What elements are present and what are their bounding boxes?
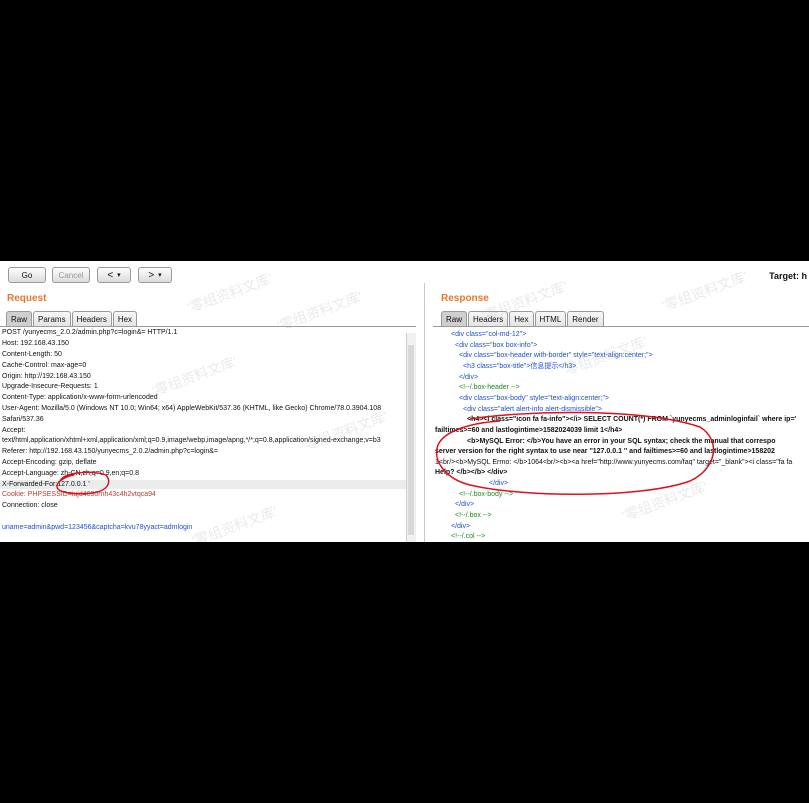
scroll-thumb[interactable] bbox=[408, 345, 414, 535]
request-tabs: Raw Params Headers Hex bbox=[6, 311, 138, 326]
go-label: Go bbox=[21, 270, 33, 280]
request-body-line: uname=admin&pwd=123456&captcha=kvu78yyac… bbox=[2, 524, 193, 531]
tab-hex[interactable]: Hex bbox=[112, 311, 138, 326]
request-line: Accept-Encoding: gzip, deflate bbox=[2, 459, 97, 466]
mysql-error-line: server version for the right syntax to u… bbox=[435, 448, 775, 455]
tab-raw[interactable]: Raw bbox=[441, 311, 468, 326]
tab-hex[interactable]: Hex bbox=[509, 311, 534, 326]
response-line: </div> bbox=[489, 480, 509, 487]
request-line: Content-Length: 50 bbox=[2, 351, 62, 358]
tab-headers[interactable]: Headers bbox=[468, 311, 509, 326]
sql-query-line: failtimes>=60 and lastlogintime>15820240… bbox=[435, 427, 623, 434]
request-line: text/html,application/xhtml+xml,applicat… bbox=[2, 437, 381, 444]
response-line: <h3 class="box-title">信息提示</h3> bbox=[463, 363, 577, 370]
response-viewer[interactable]: <div class="col-md-12"> <div class="box … bbox=[433, 326, 809, 542]
burp-repeater-window: Go Cancel < ▾ > ▾ Target: h Request Raw … bbox=[0, 261, 809, 542]
chevron-down-icon[interactable]: ▾ bbox=[158, 271, 162, 279]
request-line: Cache-Control: max-age=0 bbox=[2, 362, 87, 369]
response-comment: <!--/.box-header --> bbox=[459, 384, 520, 391]
request-line: Origin: http://192.168.43.150 bbox=[2, 373, 91, 380]
response-comment: <!--/.box-body --> bbox=[459, 491, 514, 498]
request-line: Referer: http://192.168.43.150/yunyecms_… bbox=[2, 448, 218, 455]
response-tabs: Raw Headers Hex HTML Render bbox=[441, 311, 604, 326]
chevron-down-icon[interactable]: ▾ bbox=[117, 271, 121, 279]
cookie-line: Cookie: PHPSESSID=iujd4690rnh43c4h2vtqca… bbox=[2, 491, 156, 498]
tab-raw[interactable]: Raw bbox=[6, 311, 33, 326]
sql-query-line: <h4><i class="icon fa fa-info"></i> SELE… bbox=[467, 416, 797, 423]
target-label[interactable]: Target: h bbox=[769, 271, 807, 281]
panel-divider[interactable] bbox=[424, 283, 425, 542]
request-line: Safari/537.36 bbox=[2, 416, 44, 423]
response-line: <div class="alert alert-info alert-dismi… bbox=[463, 406, 602, 413]
response-line: </div> bbox=[455, 501, 475, 508]
response-title: Response bbox=[441, 293, 489, 304]
cancel-button[interactable]: Cancel bbox=[52, 267, 90, 283]
request-editor[interactable]: POST /yunyecms_2.0.2/admin.php?c=login&=… bbox=[0, 326, 416, 542]
back-button[interactable]: < ▾ bbox=[97, 267, 131, 283]
request-line: Content-Type: application/x-www-form-url… bbox=[2, 394, 158, 401]
response-line: </div> bbox=[459, 374, 479, 381]
toolbar: Go Cancel < ▾ > ▾ Target: h bbox=[0, 261, 809, 291]
tab-html[interactable]: HTML bbox=[534, 311, 567, 326]
tab-render[interactable]: Render bbox=[567, 311, 604, 326]
forward-button[interactable]: > ▾ bbox=[138, 267, 172, 283]
request-line: Accept: bbox=[2, 427, 26, 434]
request-line: Host: 192.168.43.150 bbox=[2, 340, 69, 347]
response-line: <div class="box-body" style="text-align:… bbox=[459, 395, 610, 402]
response-line: </div> bbox=[451, 523, 471, 530]
request-line: POST /yunyecms_2.0.2/admin.php?c=login&=… bbox=[2, 329, 178, 336]
request-line: Connection: close bbox=[2, 502, 58, 509]
forward-arrow-icon: > bbox=[148, 269, 155, 281]
mysql-error-line: <b>MySQL Error: </b>You have an error in… bbox=[467, 438, 776, 445]
response-line: <div class="box-header with-border" styl… bbox=[459, 352, 653, 359]
back-arrow-icon: < bbox=[107, 269, 114, 281]
response-line: <div class="col-md-12"> bbox=[451, 331, 527, 338]
xff-header-line: X-Forwarded-For:127.0.0.1 ' bbox=[2, 481, 90, 488]
response-line: <div class="box box-info"> bbox=[455, 342, 538, 349]
go-button[interactable]: Go bbox=[8, 267, 46, 283]
request-line: Accept-Language: zh-CN,zh;q=0.9,en;q=0.8 bbox=[2, 470, 139, 477]
tab-headers[interactable]: Headers bbox=[71, 311, 112, 326]
help-line: Help? </b></b> </div> bbox=[435, 469, 508, 476]
response-comment: <!--/.box --> bbox=[455, 512, 492, 519]
response-comment: <!--/.col --> bbox=[451, 533, 486, 540]
request-line: Upgrade-Insecure-Requests: 1 bbox=[2, 383, 98, 390]
request-line: User-Agent: Mozilla/5.0 (Windows NT 10.0… bbox=[2, 405, 382, 412]
mysql-errno-line: 1<br/><b>MySQL Errno: </b>1064<br/><b><a… bbox=[435, 459, 793, 466]
request-title: Request bbox=[7, 293, 47, 304]
request-scrollbar[interactable] bbox=[406, 333, 416, 542]
tab-params[interactable]: Params bbox=[33, 311, 71, 326]
cancel-label: Cancel bbox=[58, 270, 84, 280]
